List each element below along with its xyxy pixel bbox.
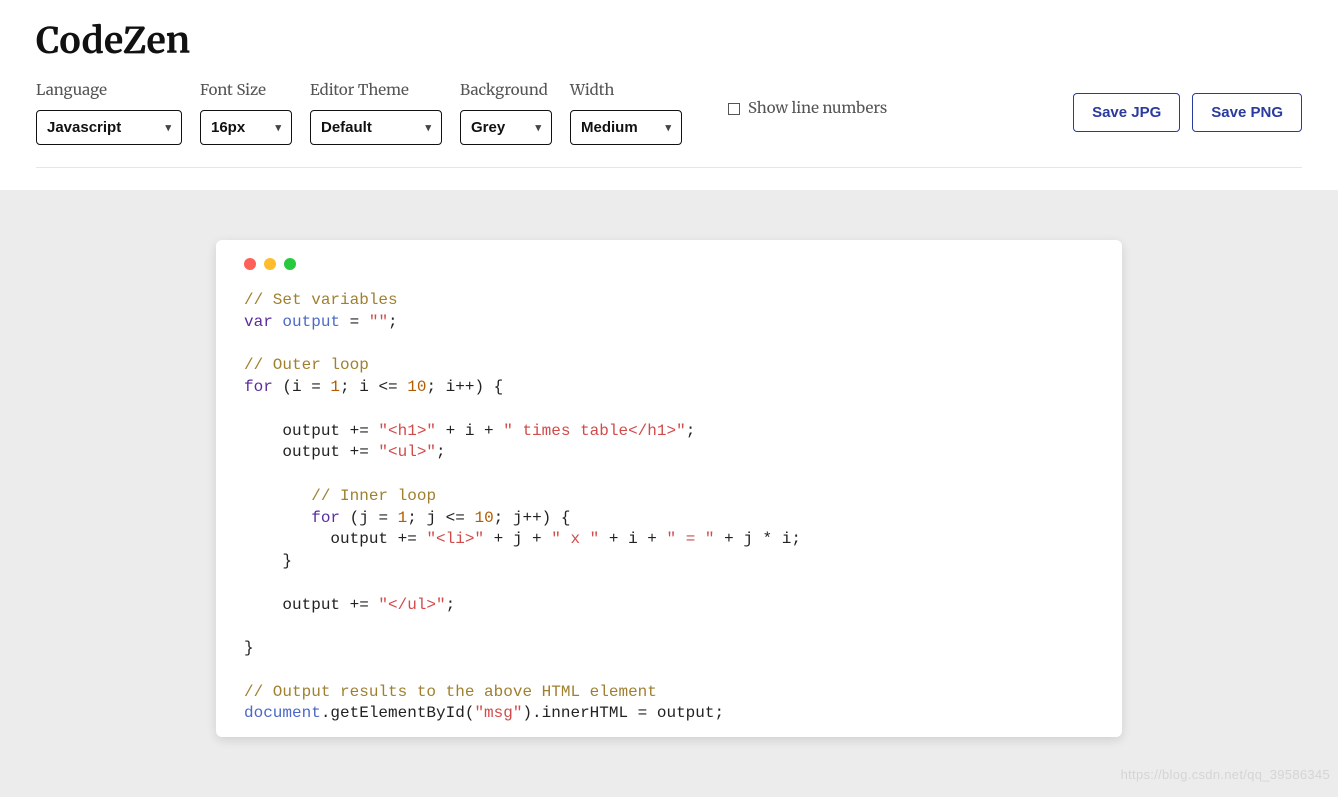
background-control: Background Grey ▾ xyxy=(460,81,552,145)
width-value: Medium xyxy=(581,119,638,136)
fontsize-value: 16px xyxy=(211,119,245,136)
window-close-icon xyxy=(244,258,256,270)
chevron-down-icon: ▾ xyxy=(425,121,431,134)
window-controls xyxy=(244,258,1094,270)
save-jpg-button[interactable]: Save JPG xyxy=(1073,93,1180,132)
code-editor[interactable]: // Set variables var output = ""; // Out… xyxy=(244,290,1094,725)
window-minimize-icon xyxy=(264,258,276,270)
watermark: https://blog.csdn.net/qq_39586345 xyxy=(1121,767,1330,782)
language-value: Javascript xyxy=(47,119,121,136)
width-select[interactable]: Medium ▾ xyxy=(570,110,682,145)
chevron-down-icon: ▾ xyxy=(275,121,281,134)
width-label: Width xyxy=(570,81,682,100)
app-title: CodeZen xyxy=(36,18,1302,63)
language-select[interactable]: Javascript ▾ xyxy=(36,110,182,145)
save-buttons: Save JPG Save PNG xyxy=(1073,93,1302,132)
chevron-down-icon: ▾ xyxy=(535,121,541,134)
save-png-button[interactable]: Save PNG xyxy=(1192,93,1302,132)
theme-select[interactable]: Default ▾ xyxy=(310,110,442,145)
chevron-down-icon: ▾ xyxy=(165,121,171,134)
linenumbers-checkbox[interactable]: Show line numbers xyxy=(728,99,887,118)
background-select[interactable]: Grey ▾ xyxy=(460,110,552,145)
fontsize-select[interactable]: 16px ▾ xyxy=(200,110,292,145)
chevron-down-icon: ▾ xyxy=(665,121,671,134)
background-label: Background xyxy=(460,81,552,100)
editor-stage: // Set variables var output = ""; // Out… xyxy=(0,190,1338,797)
language-control: Language Javascript ▾ xyxy=(36,81,182,145)
fontsize-label: Font Size xyxy=(200,81,292,100)
checkbox-icon xyxy=(728,103,740,115)
theme-value: Default xyxy=(321,119,372,136)
theme-label: Editor Theme xyxy=(310,81,442,100)
window-zoom-icon xyxy=(284,258,296,270)
background-value: Grey xyxy=(471,119,505,136)
linenumbers-label: Show line numbers xyxy=(748,99,887,118)
language-label: Language xyxy=(36,81,182,100)
editor-frame: // Set variables var output = ""; // Out… xyxy=(216,240,1122,737)
theme-control: Editor Theme Default ▾ xyxy=(310,81,442,145)
fontsize-control: Font Size 16px ▾ xyxy=(200,81,292,145)
toolbar: Language Javascript ▾ Font Size 16px ▾ E… xyxy=(36,81,1302,168)
width-control: Width Medium ▾ xyxy=(570,81,682,145)
